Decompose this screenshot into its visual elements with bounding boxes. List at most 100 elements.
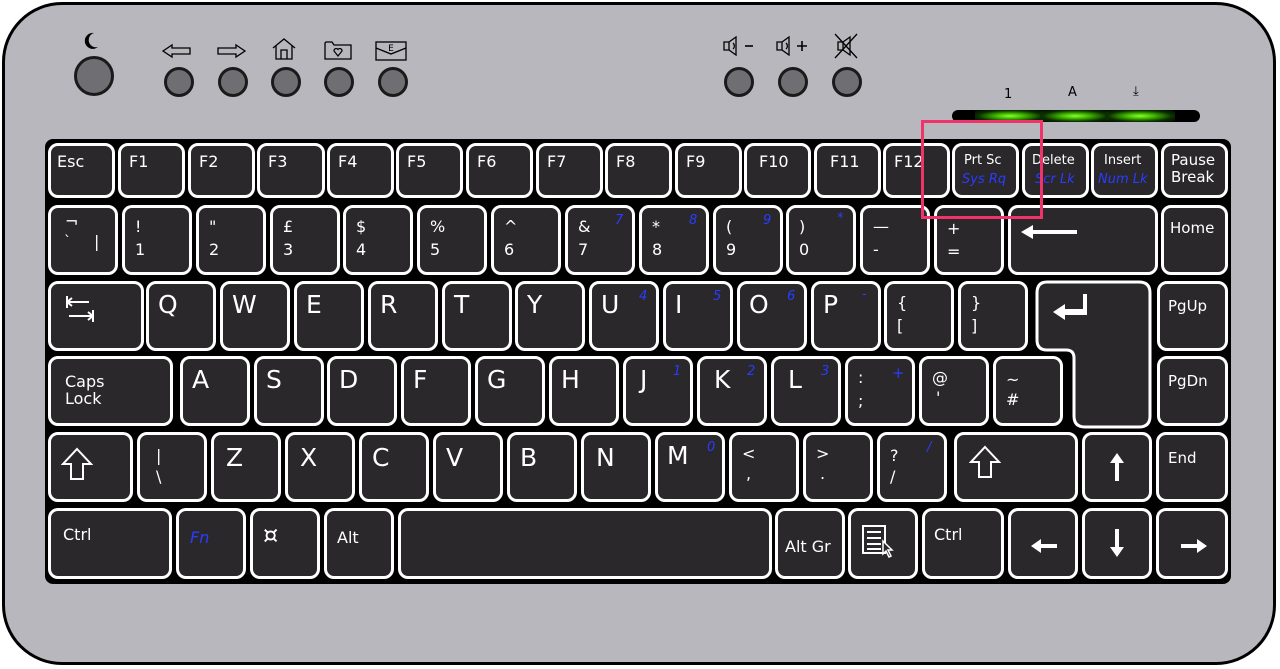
key-apostrophe[interactable]: @ ' <box>919 356 989 426</box>
key-right-ctrl[interactable]: Ctrl <box>922 508 1004 579</box>
key-9[interactable]: (9 9 <box>713 205 783 275</box>
key-arrow-right[interactable] <box>1156 508 1228 579</box>
key-backspace[interactable] <box>1008 205 1158 275</box>
arrow-right-icon <box>1181 539 1207 553</box>
key-minus[interactable]: — - <box>860 205 930 275</box>
key-prtsc-sysrq[interactable]: Prt Sc Sys Rq <box>952 143 1019 198</box>
key-comma[interactable]: <, <box>729 432 799 502</box>
key-4[interactable]: $4 <box>343 205 413 275</box>
key-arrow-down[interactable] <box>1082 508 1152 579</box>
home-button[interactable] <box>271 67 301 97</box>
key-arrow-left[interactable] <box>1008 508 1078 579</box>
mute-button[interactable] <box>832 67 862 97</box>
key-label: Z <box>226 443 244 472</box>
key-f7[interactable]: F7 <box>536 143 603 198</box>
key-x[interactable]: X <box>285 432 355 502</box>
key-backtick[interactable]: ¬ ` | <box>48 205 118 275</box>
key-m[interactable]: M0 <box>655 432 725 502</box>
key-left-ctrl[interactable]: Ctrl <box>48 508 172 579</box>
key-insert-numlk[interactable]: Insert Num Lk <box>1091 143 1158 198</box>
key-f11[interactable]: F11 <box>814 143 881 198</box>
key-home[interactable]: Home <box>1161 205 1228 275</box>
key-z[interactable]: Z <box>211 432 281 502</box>
key-space[interactable] <box>398 508 772 579</box>
key-pgup[interactable]: PgUp <box>1157 281 1228 351</box>
key-i[interactable]: I5 <box>663 281 733 351</box>
key-label: U <box>601 290 620 319</box>
key-l[interactable]: L3 <box>771 356 841 426</box>
key-6[interactable]: ^ 6 <box>491 205 561 275</box>
key-u[interactable]: U4 <box>589 281 659 351</box>
key-f9[interactable]: F9 <box>675 143 742 198</box>
key-right-bracket[interactable]: }] <box>958 281 1028 351</box>
key-h[interactable]: H <box>549 356 619 426</box>
key-f6[interactable]: F6 <box>466 143 533 198</box>
key-1[interactable]: ! 1 <box>122 205 192 275</box>
key-f[interactable]: F <box>401 356 471 426</box>
key-f2[interactable]: F2 <box>188 143 255 198</box>
key-caps-lock[interactable]: Caps Lock <box>48 356 173 426</box>
sleep-button[interactable] <box>74 56 114 96</box>
key-j[interactable]: J1 <box>623 356 693 426</box>
key-3[interactable]: £3 <box>270 205 340 275</box>
key-end[interactable]: End <box>1156 432 1228 502</box>
key-f12[interactable]: F12 <box>883 143 950 198</box>
key-v[interactable]: V <box>433 432 503 502</box>
key-semicolon[interactable]: :; + <box>845 356 915 426</box>
key-7[interactable]: & 7 7 <box>565 205 635 275</box>
key-f1[interactable]: F1 <box>118 143 185 198</box>
key-8[interactable]: * 8 8 <box>639 205 709 275</box>
favorites-button[interactable] <box>324 67 354 97</box>
key-esc[interactable]: Esc <box>48 143 115 198</box>
key-pgdn[interactable]: PgDn <box>1157 356 1228 426</box>
key-left-shift[interactable] <box>48 432 133 502</box>
email-button[interactable] <box>378 67 408 97</box>
key-2[interactable]: " 2 <box>196 205 266 275</box>
key-left-bracket[interactable]: {[ <box>884 281 954 351</box>
key-f5[interactable]: F5 <box>396 143 463 198</box>
forward-button[interactable] <box>218 67 248 97</box>
arrow-left-icon <box>1031 539 1057 553</box>
key-slash[interactable]: ? / / <box>877 432 947 502</box>
key-currency[interactable]: ¤ <box>250 508 320 579</box>
key-arrow-up[interactable] <box>1082 432 1152 502</box>
key-a[interactable]: A <box>180 356 250 426</box>
key-n[interactable]: N <box>581 432 651 502</box>
key-backslash[interactable]: | \ <box>137 432 207 502</box>
key-alt-gr[interactable]: Alt Gr <box>775 508 845 579</box>
key-o[interactable]: O6 <box>737 281 807 351</box>
key-5[interactable]: % 5 <box>417 205 487 275</box>
key-p[interactable]: P- <box>811 281 881 351</box>
key-k[interactable]: K2 <box>697 356 767 426</box>
key-menu[interactable] <box>848 508 918 579</box>
key-pause-break[interactable]: Pause Break <box>1161 143 1228 198</box>
key-w[interactable]: W <box>220 281 290 351</box>
volume-up-button[interactable] <box>778 67 808 97</box>
key-f4[interactable]: F4 <box>327 143 394 198</box>
key-e[interactable]: E <box>294 281 364 351</box>
key-y[interactable]: Y <box>515 281 585 351</box>
key-g[interactable]: G <box>475 356 545 426</box>
key-top-label: $ <box>356 217 367 236</box>
key-hash[interactable]: ~ # <box>993 356 1063 426</box>
key-f3[interactable]: F3 <box>257 143 325 198</box>
key-period[interactable]: >. <box>803 432 873 502</box>
key-t[interactable]: T <box>442 281 512 351</box>
key-f8[interactable]: F8 <box>605 143 672 198</box>
key-b[interactable]: B <box>507 432 577 502</box>
key-right-shift[interactable] <box>954 432 1078 502</box>
key-r[interactable]: R <box>368 281 438 351</box>
key-c[interactable]: C <box>359 432 429 502</box>
key-delete-scrlk[interactable]: Delete Scr Lk <box>1022 143 1089 198</box>
key-tab[interactable] <box>48 281 144 351</box>
key-0[interactable]: ) 0 * <box>786 205 856 275</box>
key-equals[interactable]: + = <box>934 205 1004 275</box>
key-f10[interactable]: F10 <box>744 143 811 198</box>
key-fn[interactable]: Fn <box>176 508 246 579</box>
volume-down-button[interactable] <box>724 67 754 97</box>
back-button[interactable] <box>164 67 194 97</box>
key-s[interactable]: S <box>254 356 324 426</box>
key-left-alt[interactable]: Alt <box>324 508 394 579</box>
key-d[interactable]: D <box>327 356 397 426</box>
key-q[interactable]: Q <box>146 281 216 351</box>
